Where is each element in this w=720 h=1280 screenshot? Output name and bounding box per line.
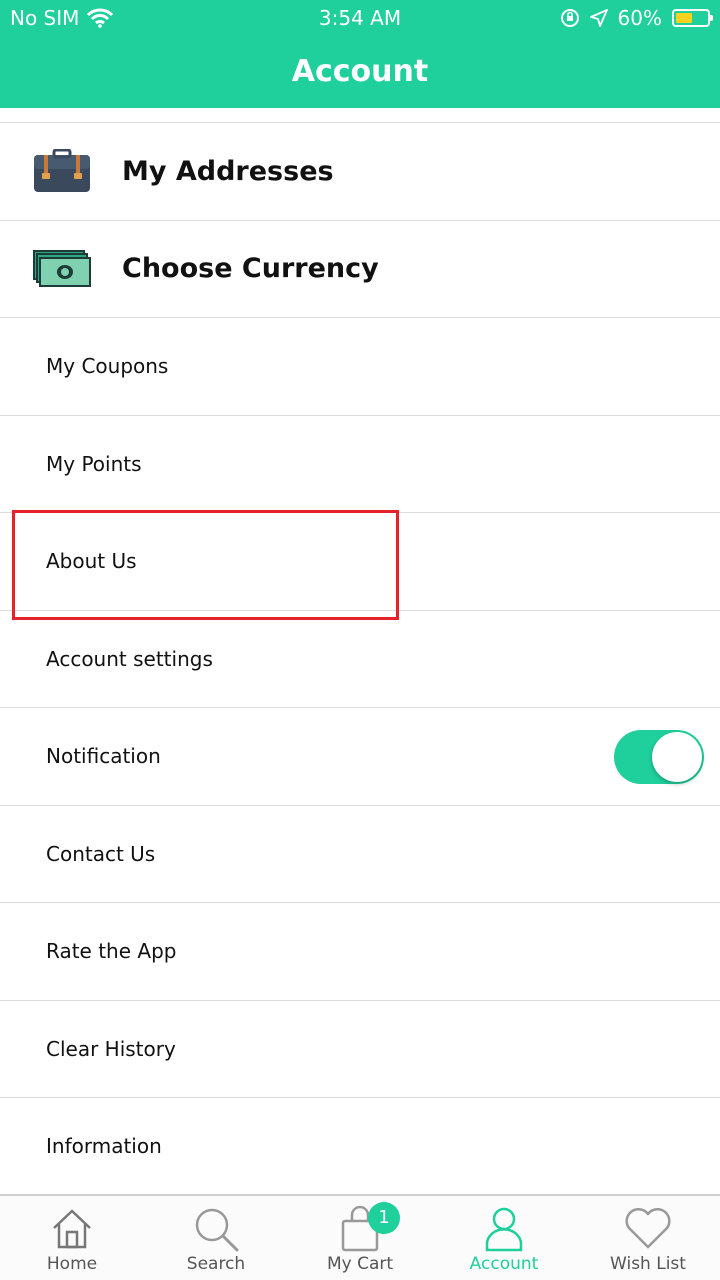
tab-label: Home [46, 1254, 98, 1274]
menu-item-contact-us[interactable]: Contact Us [0, 804, 720, 903]
briefcase-icon [32, 147, 92, 195]
money-icon [32, 245, 92, 293]
menu-item-label: Contact Us [46, 841, 156, 866]
menu-item-choose-currency[interactable]: Choose Currency [0, 219, 720, 318]
menu-item-label: My Addresses [122, 155, 334, 187]
notification-toggle[interactable] [614, 730, 704, 784]
home-icon [53, 1209, 91, 1249]
menu-item-label: My Coupons [46, 354, 169, 379]
location-arrow-icon [589, 9, 608, 27]
menu-item-label: Account settings [46, 646, 213, 671]
menu-item-label: Notification [46, 744, 161, 769]
menu-item-my-coupons[interactable]: My Coupons [0, 317, 720, 415]
tab-account[interactable]: Account [432, 1196, 576, 1280]
menu-item-label: Information [46, 1134, 162, 1159]
menu-item-label: About Us [46, 549, 137, 574]
menu-item-label: Clear History [46, 1036, 176, 1061]
page-title: Account [291, 54, 429, 89]
menu-item-label: My Points [46, 451, 142, 476]
rotation-lock-icon [560, 9, 579, 27]
tab-home[interactable]: Home [0, 1196, 144, 1280]
tab-label: Account [469, 1254, 539, 1274]
system-status: 60% [560, 6, 713, 30]
menu-item-label: Choose Currency [122, 253, 379, 285]
menu-item-my-addresses[interactable]: My Addresses [0, 122, 720, 220]
tab-my-cart[interactable]: 1 My Cart [288, 1196, 432, 1280]
account-menu: My Addresses Choose Currency My Coupons … [0, 122, 720, 1195]
header: No SIM 3:54 AM 60% Account [0, 0, 720, 108]
menu-item-label: Rate the App [46, 939, 177, 964]
tab-label: Wish List [610, 1254, 686, 1274]
battery-percent: 60% [617, 6, 662, 30]
tab-label: My Cart [326, 1254, 394, 1274]
menu-item-about-us[interactable]: About Us [0, 512, 720, 610]
menu-item-information[interactable]: Information [0, 1097, 720, 1195]
heart-icon [625, 1207, 671, 1249]
battery-icon [672, 9, 713, 27]
search-icon [195, 1208, 239, 1252]
tab-label: Search [186, 1254, 246, 1274]
tab-search[interactable]: Search [144, 1196, 288, 1280]
user-icon [485, 1207, 523, 1252]
battery-level [676, 13, 693, 23]
toggle-knob [652, 732, 702, 782]
menu-item-rate-app[interactable]: Rate the App [0, 902, 720, 1000]
tab-bar: Home Search 1 My Cart Account Wish List [0, 1194, 720, 1280]
tab-wish-list[interactable]: Wish List [576, 1196, 720, 1280]
menu-item-notification: Notification [0, 707, 720, 805]
menu-item-clear-history[interactable]: Clear History [0, 999, 720, 1098]
status-bar: No SIM 3:54 AM 60% [0, 0, 720, 36]
menu-item-account-settings[interactable]: Account settings [0, 609, 720, 708]
cart-count-badge: 1 [368, 1202, 400, 1234]
menu-item-my-points[interactable]: My Points [0, 414, 720, 513]
